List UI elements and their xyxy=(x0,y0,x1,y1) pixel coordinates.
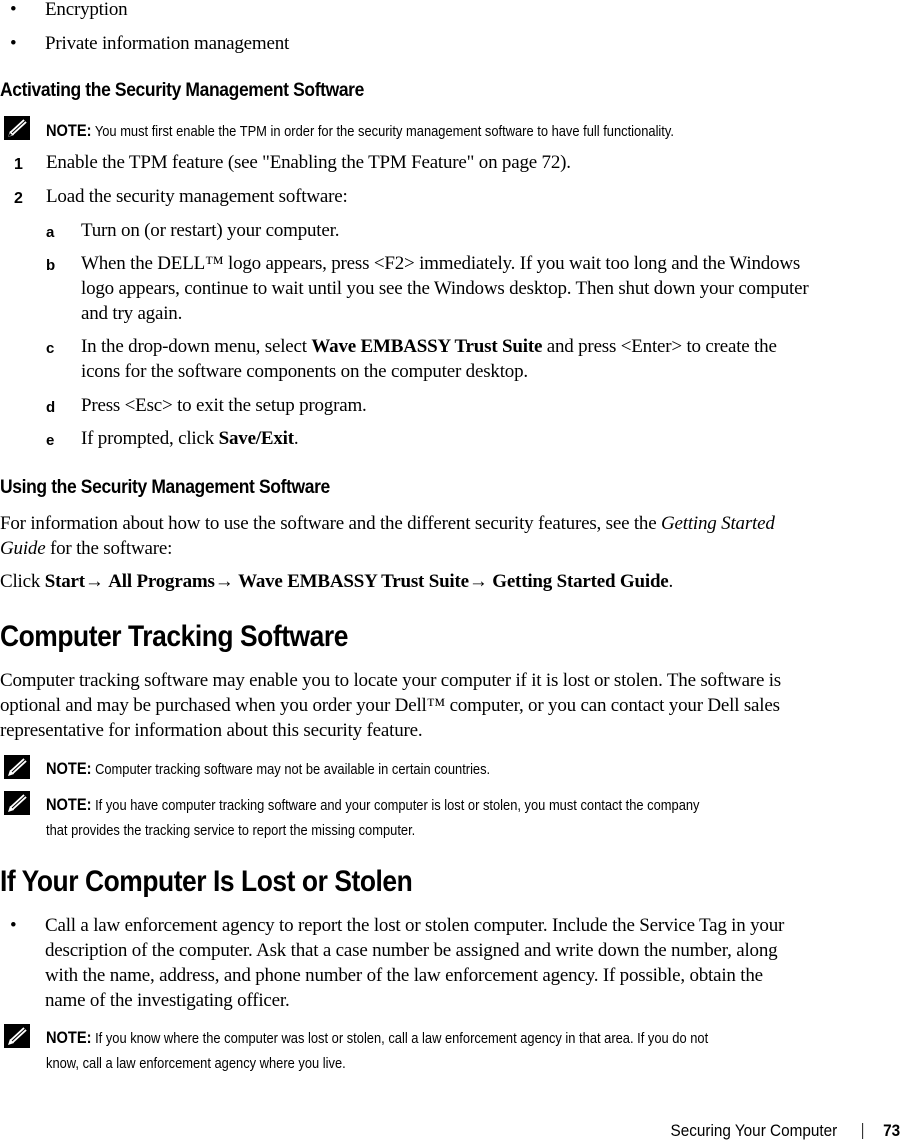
note-label: NOTE: xyxy=(46,795,92,814)
substep-text-line: icons for the software components on the… xyxy=(81,361,528,382)
step-number: 1 xyxy=(14,156,23,173)
path-start: Start xyxy=(44,571,85,592)
paragraph-line: Computer tracking software may enable yo… xyxy=(0,670,781,691)
bullet-icon: • xyxy=(10,33,17,54)
top-bullet-list: • Encryption • Private information manag… xyxy=(0,0,900,65)
lost-bullet: • Call a law enforcement agency to repor… xyxy=(0,913,900,1013)
save-exit-label: Save/Exit xyxy=(218,428,294,449)
step-2: 2 Load the security management software: xyxy=(0,184,900,209)
step-1: 1 Enable the TPM feature (see "Enabling … xyxy=(0,150,900,175)
step-text: Enable the TPM feature (see "Enabling th… xyxy=(46,152,571,173)
note-text: If you know where the computer was lost … xyxy=(91,1030,709,1047)
path-wave-embassy: Wave EMBASSY Trust Suite xyxy=(238,571,469,592)
path-getting-started-guide: Getting Started Guide xyxy=(492,571,669,592)
footer-divider xyxy=(862,1123,864,1139)
step-text: Load the security management software: xyxy=(46,186,348,207)
note-text: You must first enable the TPM in order f… xyxy=(91,123,674,140)
list-item-text: Private information management xyxy=(45,33,290,54)
note-pencil-icon xyxy=(4,791,30,815)
substep-letter: d xyxy=(46,399,55,416)
note-text: know, call a law enforcement agency wher… xyxy=(46,1055,346,1072)
paragraph-line: representative for information about thi… xyxy=(0,720,423,741)
substep-text-line: logo appears, continue to wait until you… xyxy=(81,278,809,299)
note-label: NOTE: xyxy=(46,759,92,778)
paragraph-line: optional and may be purchased when you o… xyxy=(0,695,780,716)
substep-text: Turn on (or restart) your computer. xyxy=(81,220,340,241)
substep-letter: e xyxy=(46,432,55,449)
guide-title: Guide xyxy=(0,538,46,559)
note-pencil-icon xyxy=(4,1024,30,1048)
note-label: NOTE: xyxy=(46,121,92,140)
note-tracking-contact: NOTE: If you have computer tracking soft… xyxy=(46,792,900,843)
note-tracking-availability: NOTE: Computer tracking software may not… xyxy=(46,756,900,782)
tracking-paragraph: Computer tracking software may enable yo… xyxy=(0,668,900,743)
bullet-icon: • xyxy=(10,915,17,936)
paragraph-text: for the software: xyxy=(45,538,173,559)
substep-text: If prompted, click xyxy=(81,428,219,449)
bullet-line: description of the computer. Ask that a … xyxy=(45,940,778,961)
page-footer: Securing Your Computer 73 xyxy=(670,1121,900,1141)
substep-text: In the drop-down menu, select xyxy=(81,336,312,357)
path-all-programs: All Programs xyxy=(108,571,215,592)
substep-text-line: When the DELL™ logo appears, press <F2> … xyxy=(81,253,801,274)
note-pencil-icon xyxy=(4,755,30,779)
footer-chapter: Securing Your Computer xyxy=(670,1121,838,1140)
step-number: 2 xyxy=(14,190,23,207)
note-pencil-icon xyxy=(4,116,30,140)
paragraph-text: For information about how to use the sof… xyxy=(0,513,662,534)
list-item: • Encryption xyxy=(0,0,900,31)
list-item-text: Encryption xyxy=(45,0,128,20)
note-lost-location: NOTE: If you know where the computer was… xyxy=(46,1025,900,1076)
section-heading-lost: If Your Computer Is Lost or Stolen xyxy=(0,865,413,898)
note-tpm: NOTE: You must first enable the TPM in o… xyxy=(46,118,872,144)
bullet-line: name of the investigating officer. xyxy=(45,990,290,1011)
substep-text: and press <Enter> to create the xyxy=(542,336,777,357)
section-heading-tracking: Computer Tracking Software xyxy=(0,620,348,653)
arrow-icon: → xyxy=(214,571,239,592)
bullet-line: Call a law enforcement agency to report … xyxy=(45,915,785,936)
arrow-icon: → xyxy=(84,571,109,592)
substep-letter: c xyxy=(46,340,55,357)
substep-text: . xyxy=(293,428,299,449)
substep-text-line: and try again. xyxy=(81,303,183,324)
bullet-line: with the name, address, and phone number… xyxy=(45,965,763,986)
click-suffix: . xyxy=(668,571,674,592)
arrow-icon: → xyxy=(468,571,493,592)
using-paragraph: For information about how to use the sof… xyxy=(0,511,900,561)
section-heading-using: Using the Security Management Software xyxy=(0,477,330,498)
list-item: • Private information management xyxy=(0,31,900,65)
menu-option-wave-embassy: Wave EMBASSY Trust Suite xyxy=(311,336,543,357)
click-prefix: Click xyxy=(0,571,45,592)
section-heading-activating: Activating the Security Management Softw… xyxy=(0,80,364,101)
substep-letter: b xyxy=(46,257,55,274)
click-path: Click Start→ All Programs→ Wave EMBASSY … xyxy=(0,569,900,594)
note-text: Computer tracking software may not be av… xyxy=(91,761,491,778)
note-text: that provides the tracking service to re… xyxy=(46,822,416,839)
guide-title: Getting Started xyxy=(661,513,775,534)
substep-letter: a xyxy=(46,224,55,241)
page-number: 73 xyxy=(882,1121,900,1140)
note-label: NOTE: xyxy=(46,1028,92,1047)
substep-text: Press <Esc> to exit the setup program. xyxy=(81,395,367,416)
note-text: If you have computer tracking software a… xyxy=(91,797,700,814)
bullet-icon: • xyxy=(10,0,17,20)
